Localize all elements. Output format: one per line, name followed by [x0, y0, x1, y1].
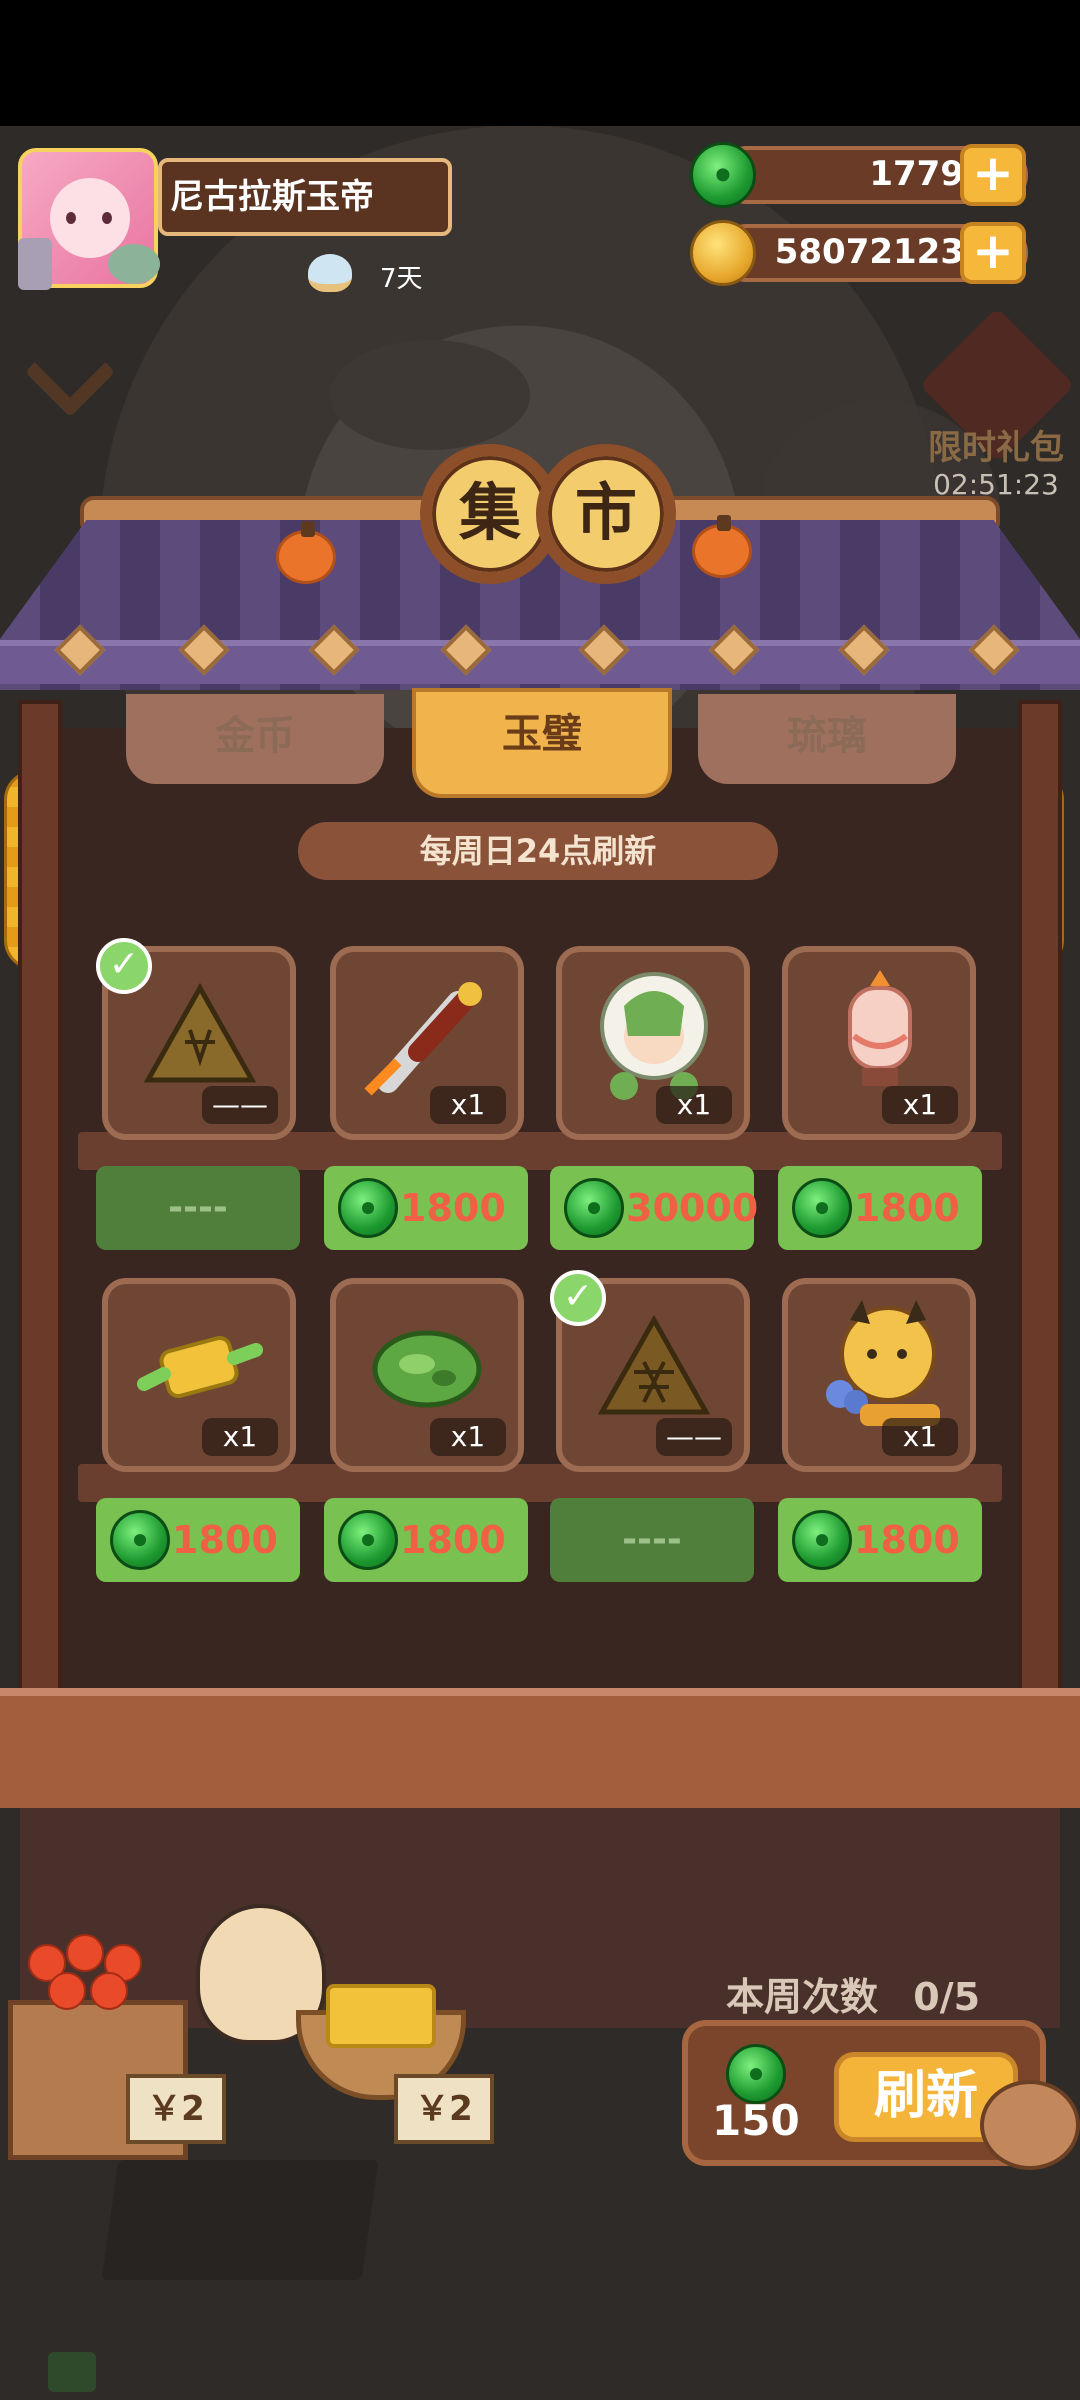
hooded-character-icon	[600, 972, 708, 1100]
price-sign: ￥2	[394, 2074, 494, 2144]
price-button[interactable]: 1800	[324, 1166, 528, 1250]
price-value: 1800	[400, 1518, 506, 1562]
jade-icon	[564, 1178, 624, 1238]
purchased-check-icon: ✓	[96, 938, 152, 994]
status-bar	[0, 0, 1080, 126]
refresh-cost: 150	[712, 2096, 800, 2145]
weekly-count-value: 0/5	[913, 1975, 981, 2019]
price-button[interactable]: 1800	[778, 1498, 982, 1582]
days-count: 7天	[380, 264, 423, 294]
gold-coin-icon	[690, 220, 756, 286]
item-quantity: x1	[656, 1086, 732, 1124]
triangle-sketch-icon	[143, 982, 257, 1083]
price-value: 1800	[854, 1186, 960, 1230]
tomato-icon	[48, 1972, 86, 2010]
player-name[interactable]: 尼古拉斯玉帝	[158, 158, 452, 236]
item-quantity: x1	[202, 1418, 278, 1456]
weekly-count: 本周次数 0/5	[726, 1966, 980, 2021]
shop-item-slot[interactable]: x1	[556, 946, 750, 1140]
lantern-icon	[848, 970, 912, 1086]
triangle-sketch-icon	[597, 1314, 711, 1415]
tab-jade[interactable]: 玉璧	[412, 688, 672, 798]
shop-item-slot[interactable]: x1	[330, 946, 524, 1140]
game-board	[101, 2160, 379, 2280]
price-placeholder: ----	[168, 1187, 228, 1228]
jade-icon	[792, 1510, 852, 1570]
jade-stone-icon	[372, 1330, 482, 1408]
persimmon-decoration	[276, 521, 336, 584]
price-placeholder: ----	[622, 1519, 682, 1560]
item-quantity: x1	[882, 1086, 958, 1124]
weekly-count-label: 本周次数	[726, 1975, 879, 2019]
shop-item-slot[interactable]: x1	[782, 1278, 976, 1472]
corner-indicator	[48, 2352, 96, 2392]
jade-pendant-icon	[137, 1335, 263, 1399]
jade-icon	[690, 142, 756, 208]
jade-icon	[338, 1510, 398, 1570]
jade-icon	[792, 1178, 852, 1238]
price-button[interactable]: 30000	[550, 1166, 758, 1250]
jade-icon	[726, 2044, 786, 2104]
tab-glaze[interactable]: 琉璃	[698, 694, 956, 784]
add-gold-button[interactable]: +	[960, 222, 1026, 284]
price-button[interactable]: 1800	[96, 1498, 300, 1582]
shelf-pillar-right	[1018, 700, 1062, 1740]
jade-icon	[110, 1510, 170, 1570]
tomato-icon	[90, 1972, 128, 2010]
shop-item-slot[interactable]: x1	[330, 1278, 524, 1472]
butter-icon	[326, 1984, 436, 2048]
critter-mascot-icon	[980, 2080, 1080, 2170]
price-sign: ￥2	[126, 2074, 226, 2144]
background-cloud	[330, 340, 530, 450]
market-counter	[0, 1688, 1080, 1808]
item-quantity: x1	[430, 1418, 506, 1456]
item-quantity: x1	[430, 1086, 506, 1124]
brush-icon	[364, 982, 482, 1096]
weekly-refresh-note: 每周日24点刷新	[298, 822, 778, 880]
purchased-check-icon: ✓	[550, 1270, 606, 1326]
limited-time-pack[interactable]: 限时礼包 02:51:23	[912, 307, 1080, 510]
add-jade-button[interactable]: +	[960, 144, 1026, 206]
avatar-decoration	[18, 238, 52, 290]
shelf-pillar-left	[18, 700, 62, 1740]
price-tag-sold: ----	[550, 1498, 754, 1582]
price-value: 1800	[854, 1518, 960, 1562]
gold-amount: 58072123	[774, 232, 964, 272]
shop-item-slot[interactable]: x1	[782, 946, 976, 1140]
price-tag-sold: ----	[96, 1166, 300, 1250]
shop-item-slot[interactable]: x1	[102, 1278, 296, 1472]
price-button[interactable]: 1800	[324, 1498, 528, 1582]
pet-icon	[108, 244, 160, 284]
price-value: 1800	[172, 1518, 278, 1562]
item-quantity: ——	[656, 1418, 732, 1456]
item-quantity: x1	[882, 1418, 958, 1456]
limited-pack-label: 限时礼包	[928, 428, 1064, 468]
tab-gold[interactable]: 金币	[126, 694, 384, 784]
price-value: 30000	[626, 1186, 759, 1230]
snowglobe-icon	[308, 254, 352, 292]
item-quantity: ——	[202, 1086, 278, 1124]
market-title-char: 市	[536, 444, 676, 584]
jade-icon	[338, 1178, 398, 1238]
roof-eave	[0, 640, 1080, 684]
price-value: 1800	[400, 1186, 506, 1230]
price-button[interactable]: 1800	[778, 1166, 982, 1250]
jade-amount: 1779	[869, 154, 964, 194]
persimmon-decoration	[692, 515, 752, 578]
cat-with-flowers-icon	[826, 1300, 940, 1426]
tomato-icon	[66, 1934, 104, 1972]
